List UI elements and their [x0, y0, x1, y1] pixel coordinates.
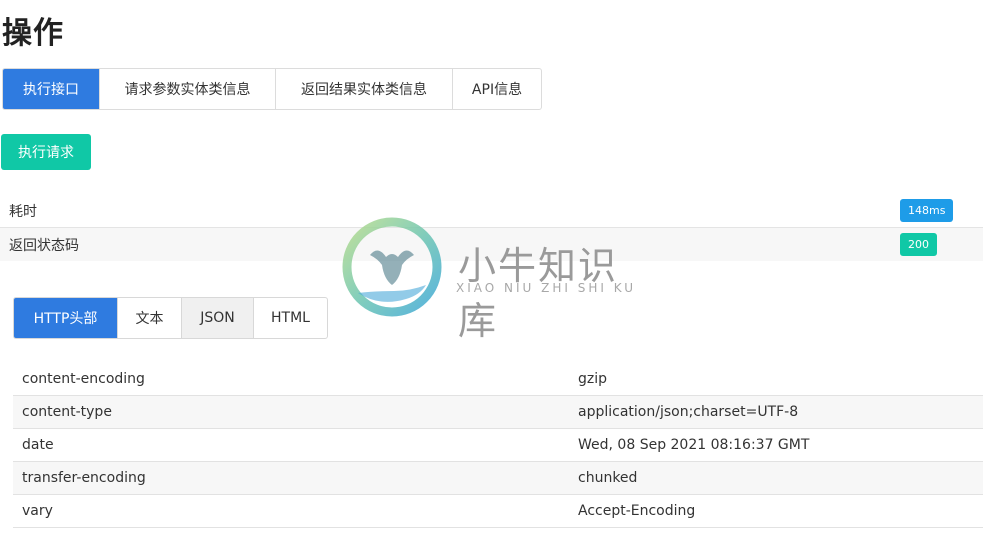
elapsed-time-badge: 148ms: [900, 199, 954, 222]
table-row: vary Accept-Encoding: [13, 494, 983, 528]
execute-request-button[interactable]: 执行请求: [1, 134, 91, 170]
status-code-label: 返回状态码: [9, 237, 79, 254]
header-key: content-encoding: [13, 363, 578, 396]
tab-request-params[interactable]: 请求参数实体类信息: [99, 69, 275, 109]
page-title: 操作: [2, 16, 64, 51]
header-key: transfer-encoding: [13, 461, 578, 495]
table-row: content-encoding gzip: [13, 363, 983, 396]
status-code-badge: 200: [900, 233, 937, 256]
main-tabs: 执行接口 请求参数实体类信息 返回结果实体类信息 API信息: [2, 68, 542, 110]
watermark-subtitle: XIAO NIU ZHI SHI KU: [456, 281, 637, 295]
header-value: chunked: [578, 461, 983, 495]
table-row: content-type application/json;charset=UT…: [13, 395, 983, 429]
response-tabs: HTTP头部 文本 JSON HTML: [13, 297, 328, 339]
tab-api-info[interactable]: API信息: [452, 69, 541, 109]
tab-http-headers[interactable]: HTTP头部: [14, 298, 117, 338]
status-code-row: 返回状态码 200: [0, 228, 983, 261]
header-value: application/json;charset=UTF-8: [578, 395, 983, 429]
tab-json[interactable]: JSON: [181, 298, 253, 338]
header-key: date: [13, 428, 578, 462]
table-row: transfer-encoding chunked: [13, 461, 983, 495]
header-value: Accept-Encoding: [578, 494, 983, 528]
tab-execute-api[interactable]: 执行接口: [3, 69, 99, 109]
header-key: vary: [13, 494, 578, 528]
elapsed-time-row: 耗时 148ms: [0, 194, 983, 228]
elapsed-time-label: 耗时: [9, 203, 37, 220]
table-row: date Wed, 08 Sep 2021 08:16:37 GMT: [13, 428, 983, 462]
tab-response-result[interactable]: 返回结果实体类信息: [275, 69, 452, 109]
header-key: content-type: [13, 395, 578, 429]
tab-text[interactable]: 文本: [117, 298, 181, 338]
tab-html[interactable]: HTML: [253, 298, 327, 338]
header-value: gzip: [578, 363, 983, 396]
headers-table: content-encoding gzip content-type appli…: [13, 363, 983, 528]
header-value: Wed, 08 Sep 2021 08:16:37 GMT: [578, 428, 983, 462]
